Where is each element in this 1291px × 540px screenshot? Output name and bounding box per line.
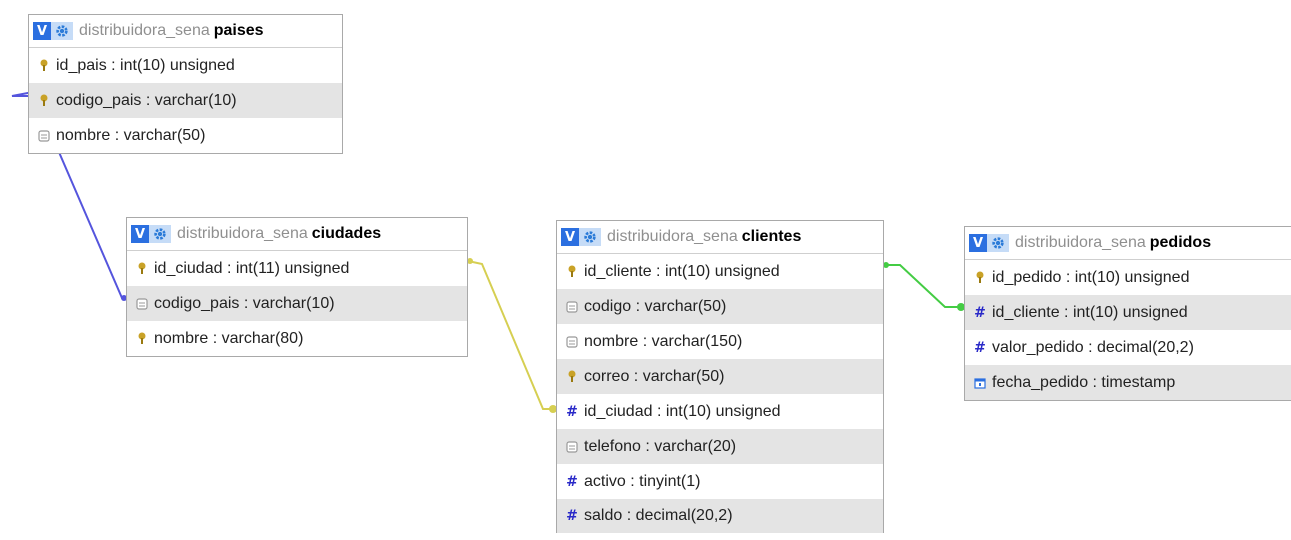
column-label: codigo_pais : varchar(10) (154, 294, 335, 312)
column-label: id_pais : int(10) unsigned (56, 56, 235, 74)
column-label: id_cliente : int(10) unsigned (584, 262, 780, 280)
column-row[interactable]: # id_cliente : int(10) unsigned (965, 295, 1291, 330)
column-icon (37, 129, 51, 143)
column-label: nombre : varchar(50) (56, 126, 206, 144)
key-icon (37, 59, 51, 73)
gear-icon[interactable] (579, 228, 601, 246)
column-row[interactable]: # valor_pedido : decimal(20,2) (965, 330, 1291, 365)
database-name: distribuidora_sena (79, 22, 210, 39)
toggle-columns-button[interactable]: V (561, 228, 579, 246)
table-header[interactable]: V distribuidora_sena pedidos (965, 227, 1291, 260)
column-icon (565, 300, 579, 314)
column-row[interactable]: id_cliente : int(10) unsigned (557, 254, 883, 289)
calendar-icon (973, 376, 987, 390)
column-icon (135, 297, 149, 311)
column-label: correo : varchar(50) (584, 367, 725, 385)
hash-icon: # (566, 508, 578, 524)
table-paises[interactable]: V distribuidora_sena paises id_pais : in… (28, 14, 343, 154)
column-row[interactable]: codigo_pais : varchar(10) (127, 286, 467, 321)
column-row[interactable]: # saldo : decimal(20,2) (557, 499, 883, 533)
column-row[interactable]: id_ciudad : int(11) unsigned (127, 251, 467, 286)
key-icon (565, 370, 579, 384)
column-label: id_cliente : int(10) unsigned (992, 303, 1188, 321)
toggle-columns-button[interactable]: V (33, 22, 51, 40)
column-label: id_ciudad : int(10) unsigned (584, 402, 781, 420)
column-icon (565, 335, 579, 349)
column-row[interactable]: # activo : tinyint(1) (557, 464, 883, 499)
hash-icon: # (566, 473, 578, 490)
hash-icon: # (974, 304, 986, 321)
database-name: distribuidora_sena (177, 225, 308, 242)
key-icon (135, 262, 149, 276)
column-label: fecha_pedido : timestamp (992, 373, 1176, 391)
column-row[interactable]: nombre : varchar(80) (127, 321, 467, 356)
database-name: distribuidora_sena (607, 228, 738, 245)
gear-icon[interactable] (51, 22, 73, 40)
column-label: id_pedido : int(10) unsigned (992, 268, 1190, 286)
table-ciudades[interactable]: V distribuidora_sena ciudades id_ciudad … (126, 217, 468, 357)
table-name[interactable]: paises (214, 22, 264, 40)
key-icon (135, 332, 149, 346)
column-label: telefono : varchar(20) (584, 437, 737, 455)
column-label: codigo_pais : varchar(10) (56, 91, 237, 109)
column-label: activo : tinyint(1) (584, 472, 701, 490)
relation-clientes-pedidos (884, 264, 964, 308)
table-name[interactable]: pedidos (1150, 234, 1211, 252)
table-header[interactable]: V distribuidora_sena paises (29, 15, 342, 48)
key-icon (565, 265, 579, 279)
column-row[interactable]: correo : varchar(50) (557, 359, 883, 394)
toggle-columns-button[interactable]: V (131, 225, 149, 243)
column-row[interactable]: id_pedido : int(10) unsigned (965, 260, 1291, 295)
column-icon (565, 440, 579, 454)
gear-icon[interactable] (987, 234, 1009, 252)
column-label: nombre : varchar(150) (584, 332, 743, 350)
database-name: distribuidora_sena (1015, 234, 1146, 251)
hash-icon: # (974, 339, 986, 356)
column-label: saldo : decimal(20,2) (584, 507, 733, 524)
column-label: nombre : varchar(80) (154, 329, 304, 347)
relation-ciudades-clientes (467, 260, 556, 410)
column-label: valor_pedido : decimal(20,2) (992, 338, 1194, 356)
key-icon (973, 271, 987, 285)
table-name[interactable]: ciudades (312, 225, 381, 243)
column-row[interactable]: telefono : varchar(20) (557, 429, 883, 464)
hash-icon: # (566, 403, 578, 420)
column-label: id_ciudad : int(11) unsigned (154, 259, 350, 277)
table-name[interactable]: clientes (742, 228, 802, 246)
key-icon (37, 94, 51, 108)
column-row[interactable]: # id_ciudad : int(10) unsigned (557, 394, 883, 429)
column-label: codigo : varchar(50) (584, 297, 727, 315)
column-row[interactable]: nombre : varchar(50) (29, 118, 342, 153)
column-row[interactable]: nombre : varchar(150) (557, 324, 883, 359)
table-header[interactable]: V distribuidora_sena ciudades (127, 218, 467, 251)
table-clientes[interactable]: V distribuidora_sena clientes id_cliente… (556, 220, 884, 533)
table-header[interactable]: V distribuidora_sena clientes (557, 221, 883, 254)
column-row[interactable]: codigo_pais : varchar(10) (29, 83, 342, 118)
table-pedidos[interactable]: V distribuidora_sena pedidos id_pedido :… (964, 226, 1291, 401)
column-row[interactable]: fecha_pedido : timestamp (965, 365, 1291, 400)
gear-icon[interactable] (149, 225, 171, 243)
toggle-columns-button[interactable]: V (969, 234, 987, 252)
column-row[interactable]: id_pais : int(10) unsigned (29, 48, 342, 83)
column-row[interactable]: codigo : varchar(50) (557, 289, 883, 324)
